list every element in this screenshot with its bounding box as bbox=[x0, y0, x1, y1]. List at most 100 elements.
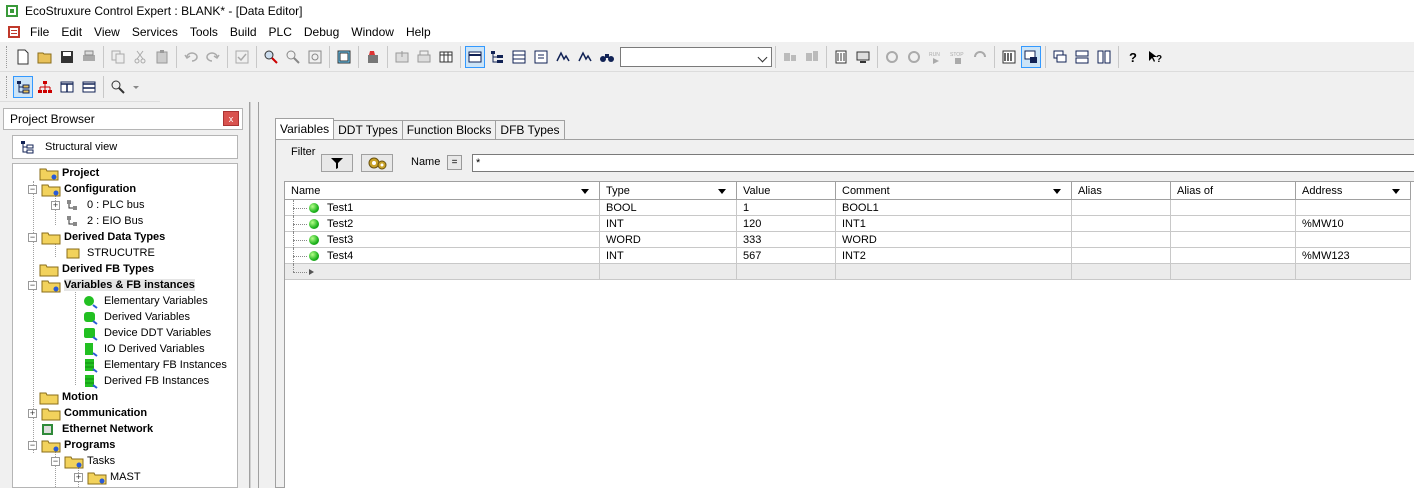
export-icon[interactable] bbox=[414, 46, 434, 68]
menu-help[interactable]: Help bbox=[400, 25, 437, 39]
cell-comment[interactable]: WORD bbox=[836, 232, 1072, 248]
cell-address[interactable]: %MW123 bbox=[1296, 248, 1411, 264]
zoom-dropdown-icon[interactable] bbox=[108, 76, 128, 98]
toolbar-grip[interactable] bbox=[6, 75, 9, 98]
document-icon[interactable] bbox=[6, 24, 22, 40]
menu-plc[interactable]: PLC bbox=[263, 25, 298, 39]
panel-splitter[interactable] bbox=[250, 102, 258, 488]
cell-type[interactable]: INT bbox=[600, 216, 737, 232]
collapse-icon[interactable]: − bbox=[28, 184, 37, 194]
collapse-icon[interactable]: − bbox=[51, 456, 60, 466]
window-vertical-icon[interactable] bbox=[1094, 46, 1114, 68]
collapse-icon[interactable]: − bbox=[28, 440, 37, 450]
transfer-icon[interactable] bbox=[882, 46, 902, 68]
menu-window[interactable]: Window bbox=[345, 25, 400, 39]
tree-node-elementary-fb-instances[interactable]: Elementary FB Instances bbox=[81, 357, 227, 373]
split-vertical-icon[interactable] bbox=[57, 76, 77, 98]
cell-type[interactable]: WORD bbox=[600, 232, 737, 248]
cell-address[interactable] bbox=[1296, 200, 1411, 216]
column-header-value[interactable]: Value bbox=[737, 182, 836, 200]
expand-icon[interactable]: + bbox=[74, 472, 83, 482]
cell-type[interactable]: INT bbox=[600, 248, 737, 264]
tab-dfb-types[interactable]: DFB Types bbox=[495, 120, 565, 139]
stop-icon[interactable]: STOP bbox=[948, 46, 968, 68]
sort-dropdown-icon[interactable] bbox=[1392, 189, 1400, 194]
context-help-icon[interactable]: ? bbox=[1145, 46, 1165, 68]
zoom-icon[interactable] bbox=[305, 46, 325, 68]
column-header-type[interactable]: Type bbox=[600, 182, 737, 200]
sort-dropdown-icon[interactable] bbox=[718, 189, 726, 194]
cell-alias-of[interactable] bbox=[1171, 248, 1296, 264]
new-row-cell[interactable] bbox=[1072, 264, 1171, 280]
build-icon[interactable] bbox=[780, 46, 800, 68]
filter-operator-button[interactable]: = bbox=[447, 155, 462, 170]
window-cascade-icon[interactable] bbox=[1050, 46, 1070, 68]
collapse-icon[interactable]: − bbox=[28, 232, 37, 242]
tree-node-derived-fb-instances[interactable]: Derived FB Instances bbox=[81, 373, 209, 389]
cell-alias[interactable] bbox=[1072, 200, 1171, 216]
paste-icon[interactable] bbox=[152, 46, 172, 68]
expand-icon[interactable]: + bbox=[51, 200, 60, 210]
cell-alias[interactable] bbox=[1072, 216, 1171, 232]
fullscreen-icon[interactable] bbox=[334, 46, 354, 68]
cell-name[interactable]: Test4 bbox=[285, 248, 600, 264]
init-icon[interactable] bbox=[970, 46, 990, 68]
cell-value[interactable]: 120 bbox=[737, 216, 836, 232]
sort-dropdown-icon[interactable] bbox=[581, 189, 589, 194]
open-icon[interactable] bbox=[35, 46, 55, 68]
new-row-cell[interactable] bbox=[285, 264, 600, 280]
menu-file[interactable]: File bbox=[24, 25, 55, 39]
structural-view-selector[interactable]: Structural view bbox=[12, 135, 238, 159]
column-header-alias[interactable]: Alias bbox=[1072, 182, 1171, 200]
tree-node-variables-fb-instances[interactable]: − Variables & FB instances bbox=[28, 277, 195, 293]
tree-node-motion[interactable]: Motion bbox=[39, 389, 98, 405]
new-row-cell[interactable] bbox=[600, 264, 737, 280]
cell-alias-of[interactable] bbox=[1171, 200, 1296, 216]
column-header-name[interactable]: Name bbox=[285, 182, 600, 200]
tree-node-derived-fb-types[interactable]: Derived FB Types bbox=[39, 261, 154, 277]
menu-edit[interactable]: Edit bbox=[55, 25, 88, 39]
cell-value[interactable]: 333 bbox=[737, 232, 836, 248]
plc-icon[interactable] bbox=[831, 46, 851, 68]
filter-button[interactable] bbox=[321, 154, 353, 172]
cell-comment[interactable]: INT2 bbox=[836, 248, 1072, 264]
validate-icon[interactable] bbox=[232, 46, 252, 68]
cell-name[interactable]: Test2 bbox=[285, 216, 600, 232]
sort-dropdown-icon[interactable] bbox=[1053, 189, 1061, 194]
tree-node-configuration[interactable]: − Configuration bbox=[28, 181, 136, 197]
cell-alias-of[interactable] bbox=[1171, 232, 1296, 248]
find-icon[interactable] bbox=[261, 46, 281, 68]
column-header-address[interactable]: Address bbox=[1296, 182, 1411, 200]
cell-name[interactable]: Test1 bbox=[285, 200, 600, 216]
help-icon[interactable]: ? bbox=[1123, 46, 1143, 68]
copy-icon[interactable] bbox=[108, 46, 128, 68]
cell-type[interactable]: BOOL bbox=[600, 200, 737, 216]
debug-screen-icon[interactable] bbox=[1021, 45, 1041, 68]
functional-view-icon[interactable] bbox=[35, 76, 55, 98]
tree-node-elementary-variables[interactable]: Elementary Variables bbox=[81, 293, 208, 309]
toolbar-search-combo[interactable] bbox=[620, 46, 772, 67]
cell-value[interactable]: 1 bbox=[737, 200, 836, 216]
cell-alias-of[interactable] bbox=[1171, 216, 1296, 232]
new-row-cell[interactable] bbox=[836, 264, 1072, 280]
new-row-cell[interactable] bbox=[737, 264, 836, 280]
tree-node-io-derived-variables[interactable]: IO Derived Variables bbox=[81, 341, 205, 357]
tab-function-blocks[interactable]: Function Blocks bbox=[401, 120, 497, 139]
rebuild-icon[interactable] bbox=[802, 46, 822, 68]
filter-name-input[interactable]: * bbox=[472, 154, 1414, 172]
data-editor-icon[interactable] bbox=[465, 45, 485, 68]
tree-node-mast[interactable]: + MAST bbox=[74, 469, 141, 485]
column-header-alias-of[interactable]: Alias of bbox=[1171, 182, 1296, 200]
structure-icon[interactable] bbox=[487, 46, 507, 68]
split-horizontal-icon[interactable] bbox=[79, 76, 99, 98]
tree-node-strucutre[interactable]: STRUCUTRE bbox=[64, 245, 155, 261]
menu-build[interactable]: Build bbox=[224, 25, 263, 39]
cell-comment[interactable]: BOOL1 bbox=[836, 200, 1072, 216]
window-horizontal-icon[interactable] bbox=[1072, 46, 1092, 68]
tree-node-plc-bus[interactable]: + 0 : PLC bus bbox=[51, 197, 144, 213]
tree-node-eio-bus[interactable]: 2 : EIO Bus bbox=[64, 213, 143, 229]
menu-tools[interactable]: Tools bbox=[184, 25, 224, 39]
tab-ddt-types[interactable]: DDT Types bbox=[333, 120, 403, 139]
menu-services[interactable]: Services bbox=[126, 25, 184, 39]
tree-node-tasks[interactable]: − Tasks bbox=[51, 453, 115, 469]
